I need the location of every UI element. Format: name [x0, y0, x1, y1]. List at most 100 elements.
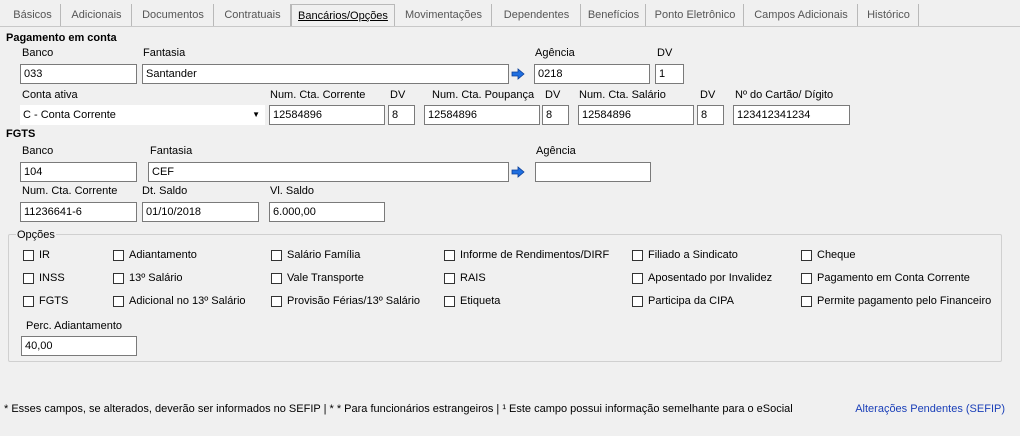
- checkbox-rais[interactable]: RAIS: [444, 272, 486, 284]
- tab-bancarios-opcoes[interactable]: Bancários/Opções: [291, 4, 395, 26]
- checkbox-13-salario[interactable]: 13º Salário: [113, 272, 183, 284]
- tab-historico[interactable]: Histórico: [859, 4, 919, 26]
- fgts-cta-corrente-label: Num. Cta. Corrente: [22, 185, 118, 197]
- fgts-bank-lookup-arrow-icon[interactable]: [511, 165, 525, 179]
- checkbox-label: Adiantamento: [129, 249, 197, 261]
- agencia-label: Agência: [535, 47, 575, 59]
- conta-ativa-value: C - Conta Corrente: [23, 109, 116, 121]
- checkbox-label: IR: [39, 249, 50, 261]
- cta-salario-input[interactable]: 12584896: [578, 105, 694, 125]
- checkbox-label: Salário Família: [287, 249, 361, 261]
- section-title-fgts: FGTS: [6, 128, 36, 140]
- checkbox-filiado-sindicato[interactable]: Filiado a Sindicato: [632, 249, 738, 261]
- chevron-down-icon[interactable]: ▼: [252, 108, 260, 122]
- dv3-input[interactable]: 8: [697, 105, 724, 125]
- checkbox-box[interactable]: [113, 272, 124, 284]
- checkbox-adiantamento[interactable]: Adiantamento: [113, 249, 197, 261]
- fgts-agencia-label: Agência: [536, 145, 576, 157]
- checkbox-box[interactable]: [23, 295, 34, 307]
- conta-ativa-label: Conta ativa: [22, 89, 78, 101]
- checkbox-box[interactable]: [271, 295, 282, 307]
- dt-saldo-label: Dt. Saldo: [142, 185, 188, 197]
- tab-beneficios[interactable]: Benefícios: [582, 4, 646, 26]
- cartao-label: Nº do Cartão/ Dígito: [735, 89, 834, 101]
- fgts-agencia-input[interactable]: [535, 162, 651, 182]
- checkbox-etiqueta[interactable]: Etiqueta: [444, 295, 500, 307]
- cta-poupanca-input[interactable]: 12584896: [424, 105, 540, 125]
- cta-poupanca-label: Num. Cta. Poupança: [432, 89, 535, 101]
- cartao-input[interactable]: 123412341234: [733, 105, 850, 125]
- bank-lookup-arrow-icon[interactable]: [511, 67, 525, 81]
- checkbox-label: FGTS: [39, 295, 69, 307]
- perc-adiantamento-input[interactable]: 40,00: [21, 336, 137, 356]
- checkbox-label: Cheque: [817, 249, 856, 261]
- alteracoes-pendentes-link[interactable]: Alterações Pendentes (SEFIP): [855, 403, 1005, 415]
- checkbox-box[interactable]: [801, 249, 812, 261]
- tab-basicos[interactable]: Básicos: [5, 4, 61, 26]
- dv2-label: DV: [545, 89, 561, 101]
- fgts-fantasia-label: Fantasia: [150, 145, 193, 157]
- checkbox-box[interactable]: [271, 249, 282, 261]
- checkbox-box[interactable]: [113, 249, 124, 261]
- checkbox-box[interactable]: [444, 295, 455, 307]
- checkbox-box[interactable]: [113, 295, 124, 307]
- checkbox-pagamento-conta-corrente[interactable]: Pagamento em Conta Corrente: [801, 272, 970, 284]
- conta-ativa-select[interactable]: C - Conta Corrente ▼: [20, 105, 265, 125]
- tab-dependentes[interactable]: Dependentes: [493, 4, 581, 26]
- checkbox-label: 13º Salário: [129, 272, 183, 284]
- checkbox-label: Pagamento em Conta Corrente: [817, 272, 970, 284]
- tab-contratuais[interactable]: Contratuais: [215, 4, 291, 26]
- banco-label: Banco: [22, 47, 54, 59]
- checkbox-vale-transporte[interactable]: Vale Transporte: [271, 272, 364, 284]
- checkbox-provisao-ferias[interactable]: Provisão Férias/13º Salário: [271, 295, 420, 307]
- banco-input[interactable]: 033: [20, 64, 137, 84]
- checkbox-box[interactable]: [801, 295, 812, 307]
- checkbox-box[interactable]: [632, 249, 643, 261]
- checkbox-label: Aposentado por Invalidez: [648, 272, 773, 284]
- checkbox-box[interactable]: [444, 272, 455, 284]
- checkbox-box[interactable]: [271, 272, 282, 284]
- cta-salario-label: Num. Cta. Salário: [579, 89, 666, 101]
- checkbox-box[interactable]: [632, 272, 643, 284]
- checkbox-label: INSS: [39, 272, 65, 284]
- dv-label: DV: [657, 47, 673, 59]
- checkbox-box[interactable]: [23, 249, 34, 261]
- checkbox-box[interactable]: [444, 249, 455, 261]
- checkbox-participa-cipa[interactable]: Participa da CIPA: [632, 295, 734, 307]
- checkbox-ir[interactable]: IR: [23, 249, 50, 261]
- checkbox-box[interactable]: [23, 272, 34, 284]
- footer-note: * Esses campos, se alterados, deverão se…: [4, 403, 793, 415]
- checkbox-informe-rendimentos[interactable]: Informe de Rendimentos/DIRF: [444, 249, 609, 261]
- dv1-input[interactable]: 8: [388, 105, 415, 125]
- checkbox-box[interactable]: [632, 295, 643, 307]
- checkbox-label: Adicional no 13º Salário: [129, 295, 246, 307]
- checkbox-permite-pagamento-financeiro[interactable]: Permite pagamento pelo Financeiro: [801, 295, 991, 307]
- dv2-input[interactable]: 8: [542, 105, 569, 125]
- fantasia-input[interactable]: Santander: [142, 64, 509, 84]
- fgts-cta-corrente-input[interactable]: 11236641-6: [20, 202, 137, 222]
- checkbox-inss[interactable]: INSS: [23, 272, 65, 284]
- checkbox-fgts[interactable]: FGTS: [23, 295, 68, 307]
- tab-movimentacoes[interactable]: Movimentações: [396, 4, 492, 26]
- checkbox-adicional-13[interactable]: Adicional no 13º Salário: [113, 295, 246, 307]
- cta-corrente-input[interactable]: 12584896: [269, 105, 385, 125]
- tab-documentos[interactable]: Documentos: [133, 4, 214, 26]
- checkbox-box[interactable]: [801, 272, 812, 284]
- tab-campos-adicionais[interactable]: Campos Adicionais: [745, 4, 858, 26]
- tab-adicionais[interactable]: Adicionais: [62, 4, 132, 26]
- dt-saldo-input[interactable]: 01/10/2018: [142, 202, 259, 222]
- checkbox-salario-familia[interactable]: Salário Família: [271, 249, 360, 261]
- vl-saldo-input[interactable]: 6.000,00: [269, 202, 385, 222]
- tab-ponto-eletronico[interactable]: Ponto Eletrônico: [647, 4, 744, 26]
- section-title-pagamento: Pagamento em conta: [6, 32, 117, 44]
- agencia-input[interactable]: 0218: [534, 64, 650, 84]
- fgts-banco-input[interactable]: 104: [20, 162, 137, 182]
- checkbox-label: Informe de Rendimentos/DIRF: [460, 249, 610, 261]
- dv-input[interactable]: 1: [655, 64, 684, 84]
- vl-saldo-label: Vl. Saldo: [270, 185, 315, 197]
- fgts-fantasia-input[interactable]: CEF: [148, 162, 509, 182]
- opcoes-title: Opções: [16, 229, 56, 241]
- checkbox-label: Etiqueta: [460, 295, 501, 307]
- checkbox-aposentado-invalidez[interactable]: Aposentado por Invalidez: [632, 272, 772, 284]
- checkbox-cheque[interactable]: Cheque: [801, 249, 856, 261]
